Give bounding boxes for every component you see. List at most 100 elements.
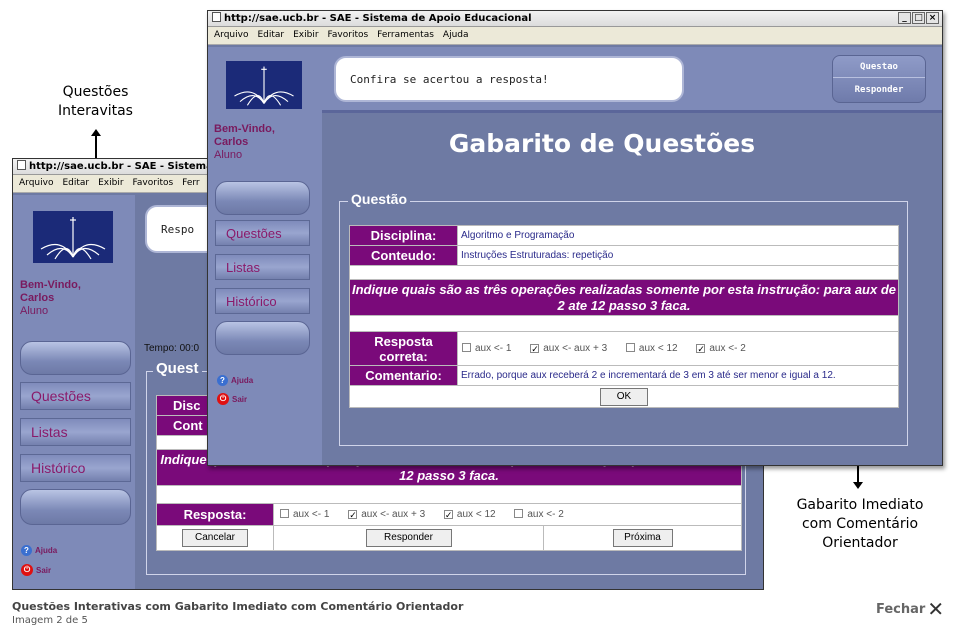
menu-favoritos[interactable]: Favoritos [133, 178, 174, 188]
checkbox-checked: ✓ [530, 344, 540, 354]
option-1[interactable]: aux <- 1 [280, 509, 329, 520]
menu-favoritos[interactable]: Favoritos [328, 30, 369, 40]
menu-editar[interactable]: Editar [62, 178, 89, 188]
menu-ajuda[interactable]: Ajuda [443, 30, 469, 40]
disciplina-value: Algoritmo e Programação [457, 225, 899, 246]
menu-exibir[interactable]: Exibir [98, 178, 123, 188]
sidebar: Bem-Vindo, Carlos Aluno Questões Listas … [208, 47, 322, 465]
menu-ferramentas[interactable]: Ferr [182, 178, 199, 188]
comment-label: Comentario: [349, 365, 458, 386]
user-name: Carlos [214, 136, 249, 148]
nav-historico[interactable]: Histórico [215, 288, 310, 314]
close-x-icon: ✕ [927, 597, 945, 621]
page-title: Gabarito de Questões [448, 129, 756, 158]
option-2[interactable]: ✓ aux <- aux + 3 [348, 509, 425, 520]
menu-ferramentas[interactable]: Ferramentas [377, 30, 434, 40]
ucb-logo-icon [33, 211, 113, 263]
maximize-icon[interactable]: □ [912, 12, 925, 24]
comment-text: Errado, porque aux receberá 2 e incremen… [457, 365, 899, 386]
checkbox-checked: ✓ [696, 344, 706, 354]
window-title: http://sae.ucb.br - SAE - Sistema de Apo… [224, 13, 532, 24]
responder-button[interactable]: Responder [833, 78, 925, 102]
option-3[interactable]: ✓ aux < 12 [443, 509, 496, 520]
nav-questoes[interactable]: Questões [20, 382, 131, 410]
nav-top-pill [20, 341, 131, 375]
nav-historico[interactable]: Histórico [20, 454, 131, 482]
spacer-row [349, 265, 899, 280]
message-text: Respo [161, 222, 195, 236]
option-1: aux <- 1 [462, 343, 511, 354]
nav-label: Histórico [31, 460, 86, 476]
exit-link[interactable]: ⏻ Sair [21, 564, 51, 576]
checkbox-unchecked [625, 343, 635, 352]
cancel-button[interactable]: Cancelar [182, 529, 248, 547]
annotation-line: com Comentário [801, 516, 919, 532]
image-counter: Imagem 2 de 5 [12, 615, 88, 626]
minimize-icon[interactable]: _ [898, 12, 911, 24]
respond-button[interactable]: Responder [365, 529, 452, 547]
message-text: Confira se acertou a resposta! [350, 72, 549, 86]
conteudo-label: Conteudo: [349, 245, 458, 266]
welcome-text: Bem-Vindo, Carlos Aluno [214, 123, 275, 162]
nav-top-pill [215, 181, 310, 215]
respond-cell: Responder [274, 526, 544, 550]
help-link[interactable]: ? Ajuda [217, 375, 253, 386]
arrow-up-icon [91, 129, 101, 159]
nav-bottom-pill [215, 321, 310, 355]
welcome-text: Bem-Vindo, Carlos Aluno [20, 279, 81, 318]
top-button-group: Questao Responder [832, 55, 926, 103]
option-label: aux < 12 [456, 509, 496, 520]
exit-label: Sair [36, 565, 52, 575]
option-4: ✓ aux <- 2 [696, 343, 746, 354]
menu-exibir[interactable]: Exibir [293, 30, 318, 40]
option-4[interactable]: aux <- 2 [514, 509, 564, 520]
nav-bottom-pill [20, 489, 131, 525]
menu-arquivo[interactable]: Arquivo [214, 30, 248, 40]
caption-title: Questões Interativas com Gabarito Imedia… [12, 600, 464, 613]
user-role: Aluno [214, 149, 243, 161]
nav-label: Listas [226, 259, 260, 275]
exit-label: Sair [232, 394, 248, 404]
next-button[interactable]: Próxima [612, 529, 673, 547]
close-icon[interactable]: × [926, 12, 939, 24]
checkbox-checked[interactable]: ✓ [443, 510, 453, 520]
sidebar: Bem-Vindo, Carlos Aluno Questões Listas … [13, 195, 135, 589]
spacer-row [156, 485, 742, 504]
page-icon [212, 12, 221, 22]
fieldset-legend: Quest [153, 360, 202, 377]
annotation-gabarito: Gabarito Imediato com Comentário Orienta… [780, 496, 940, 553]
option-3: aux < 12 [625, 343, 678, 354]
exit-link[interactable]: ⏻ Sair [217, 393, 247, 405]
user-name: Carlos [20, 292, 55, 304]
close-button[interactable]: Fechar ✕ [876, 597, 945, 621]
ok-button[interactable]: OK [600, 387, 648, 406]
help-link[interactable]: ? Ajuda [21, 545, 57, 556]
menu-editar[interactable]: Editar [257, 30, 284, 40]
cancel-cell: Cancelar [157, 526, 274, 550]
annotation-line: Orientador [822, 535, 898, 551]
nav-label: Questões [31, 388, 91, 404]
fieldset-legend: Questão [348, 191, 411, 207]
checkbox-unchecked[interactable] [280, 509, 289, 518]
page-icon [17, 160, 26, 170]
nav-listas[interactable]: Listas [215, 254, 310, 280]
nav-questoes[interactable]: Questões [215, 220, 310, 246]
ucb-logo-icon [226, 61, 302, 109]
question-text: Indique quais são as três operações real… [349, 279, 899, 316]
nav-label: Listas [31, 424, 68, 440]
questao-button[interactable]: Questao [833, 56, 925, 78]
nav-listas[interactable]: Listas [20, 418, 131, 446]
spacer-row [349, 315, 899, 332]
option-label: aux <- aux + 3 [543, 343, 608, 354]
answer-options: aux <- 1 ✓ aux <- aux + 3 ✓ aux < 12 aux <… [273, 503, 742, 526]
checkbox-unchecked[interactable] [514, 509, 524, 518]
window-controls: _ □ × [898, 12, 939, 24]
checkbox-checked[interactable]: ✓ [348, 510, 358, 520]
menu-arquivo[interactable]: Arquivo [19, 178, 53, 188]
nav-label: Histórico [226, 293, 277, 309]
next-cell: Próxima [544, 526, 741, 550]
button-row: Cancelar Responder Próxima [156, 525, 742, 551]
front-browser-window: http://sae.ucb.br - SAE - Sistema de Apo… [207, 10, 943, 466]
nav-label: Questões [226, 225, 282, 241]
welcome-line: Bem-Vindo, [214, 123, 275, 135]
